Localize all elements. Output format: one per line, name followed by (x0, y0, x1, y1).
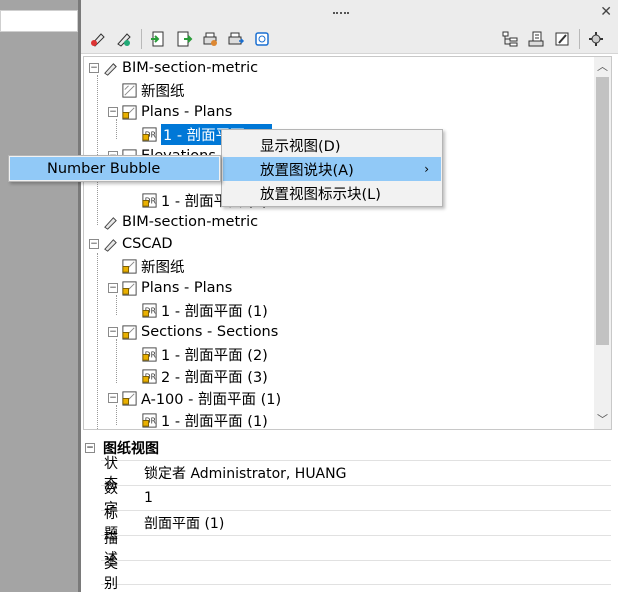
new-view-icon[interactable] (113, 28, 135, 50)
menu-item-number-bubble[interactable]: Number Bubble (10, 157, 219, 180)
publish-icon[interactable] (225, 28, 247, 50)
properties-panel: − 图纸视图 状态 锁定者 Administrator, HUANG 数字 1 … (81, 436, 618, 592)
menu-item-label: 放置视图标示块(L) (260, 186, 381, 203)
locked-sheet-icon (120, 323, 138, 341)
locked-view-icon: DR (140, 125, 158, 143)
toolbar-separator (141, 29, 142, 49)
tree-item-view[interactable]: DR 1 - 剖面平面 (2) (140, 343, 268, 365)
locked-sheet-icon (120, 279, 138, 297)
tree-guide (97, 253, 98, 429)
tree-guide (97, 75, 98, 225)
locked-view-icon: DR (140, 191, 158, 209)
tree-item-view[interactable]: DR 1 - 剖面平面 (1) (140, 299, 268, 321)
locked-sheet-icon (120, 389, 138, 407)
locked-sheet-icon (120, 257, 138, 275)
properties-header[interactable]: − 图纸视图 (81, 436, 618, 460)
tree-item-subset[interactable]: − Plans - Plans (108, 101, 232, 123)
properties-icon[interactable] (251, 28, 273, 50)
scroll-down-icon[interactable]: ﹀ (594, 411, 611, 428)
collapse-icon[interactable]: − (108, 327, 118, 337)
tree-item-sheet-set[interactable]: BIM-section-metric (101, 211, 258, 233)
callout-submenu: Number Bubble (8, 155, 221, 182)
locked-sheet-icon (120, 103, 138, 121)
tree-item-sheet-set[interactable]: − CSCAD (89, 233, 173, 255)
tree-item-label: 新图纸 (141, 83, 185, 100)
locked-view-icon: DR (140, 411, 158, 429)
tree-scrollbar[interactable]: ︿ ﹀ (594, 57, 611, 429)
sheet-tree: − BIM-section-metric 新图纸 − Plans - Plans… (83, 56, 612, 430)
collapse-icon[interactable]: − (85, 443, 95, 453)
left-pane (0, 0, 80, 592)
sheet-set-icon (101, 235, 119, 253)
settings-icon[interactable] (585, 28, 607, 50)
left-pane-input[interactable] (0, 10, 78, 32)
tree-item-label: A-100 - 剖面平面 (1) (141, 391, 282, 408)
grip-handle[interactable] (333, 12, 349, 14)
menu-item-place-view-label[interactable]: 放置视图标示块(L) (223, 181, 441, 205)
import-icon[interactable] (147, 28, 169, 50)
property-row[interactable]: 描述 (101, 531, 611, 567)
menu-item-label: 显示视图(D) (260, 138, 341, 155)
tree-item-label: BIM-section-metric (122, 60, 259, 76)
tree-item-sheet-set[interactable]: − BIM-section-metric (89, 57, 258, 79)
edit-icon[interactable] (551, 28, 573, 50)
tree-item-subset[interactable]: − A-100 - 剖面平面 (1) (108, 387, 281, 409)
property-row[interactable]: 标题 剖面平面 (1) (101, 506, 611, 542)
collapse-icon[interactable]: − (108, 283, 118, 293)
tree-item-label: BIM-section-metric (122, 214, 259, 230)
property-row[interactable]: 类别 (101, 556, 611, 592)
toolbar (81, 24, 618, 54)
tree-item-view[interactable]: DR 2 - 剖面平面 (3) (140, 365, 268, 387)
locked-view-icon: DR (140, 345, 158, 363)
scroll-up-icon[interactable]: ︿ (594, 58, 611, 75)
context-menu: 显示视图(D) 放置图说块(A) › 放置视图标示块(L) (221, 129, 443, 207)
menu-item-place-callout[interactable]: 放置图说块(A) › (223, 157, 441, 181)
menu-item-label: 放置图说块(A) (260, 162, 354, 179)
property-row[interactable]: 数字 1 (101, 481, 611, 517)
tree-item-label: 2 - 剖面平面 (3) (161, 369, 268, 386)
tree-item-label: 新图纸 (141, 259, 185, 276)
sheet-set-icon (101, 213, 119, 231)
collapse-icon[interactable]: − (89, 63, 99, 73)
tree-item-subset[interactable]: − Sections - Sections (108, 321, 278, 343)
menu-item-show-view[interactable]: 显示视图(D) (223, 133, 441, 157)
tree-item-label: 1 - 剖面平面 (1) (161, 303, 268, 320)
property-value: 1 (144, 490, 153, 506)
tree-item-label: Sections - Sections (141, 324, 279, 340)
tree-item-sheet[interactable]: 新图纸 (120, 79, 185, 101)
sheet-set-manager-panel: ✕ − BIM-section-metric 新图纸 − Plans - Pla… (81, 0, 618, 592)
menu-item-label: Number Bubble (47, 160, 161, 177)
sheet-icon (120, 81, 138, 99)
tree-item-label: CSCAD (122, 236, 173, 252)
export-icon[interactable] (173, 28, 195, 50)
tree-item-subset[interactable]: − Plans - Plans (108, 277, 232, 299)
locked-view-icon: DR (140, 367, 158, 385)
collapse-icon[interactable]: − (89, 239, 99, 249)
tree-item-label: Plans - Plans (141, 280, 233, 296)
property-key: 类别 (104, 555, 118, 592)
organize-icon[interactable] (499, 28, 521, 50)
tree-item-label: 1 - 剖面平面 (2) (161, 347, 268, 364)
property-row[interactable]: 状态 锁定者 Administrator, HUANG (101, 456, 611, 492)
property-value: 锁定者 Administrator, HUANG (144, 466, 347, 482)
tree-item-label: Plans - Plans (141, 104, 233, 120)
locked-view-icon: DR (140, 301, 158, 319)
tree-item-label: 1 - 剖面平面 (1) (161, 413, 268, 430)
sheet-set-icon (101, 59, 119, 77)
tree-guide (116, 339, 117, 383)
tree-item-sheet[interactable]: 新图纸 (120, 255, 185, 277)
close-icon[interactable]: ✕ (600, 4, 612, 20)
panel-titlebar[interactable]: ✕ (81, 0, 618, 24)
toolbar-separator (579, 29, 580, 49)
print-icon[interactable] (199, 28, 221, 50)
property-value: 剖面平面 (1) (144, 516, 225, 532)
new-sheet-icon[interactable] (87, 28, 109, 50)
tree-item-view[interactable]: DR 1 - 剖面平面 (1) (140, 409, 268, 430)
collapse-icon[interactable]: − (108, 393, 118, 403)
sheet-list-icon[interactable] (525, 28, 547, 50)
submenu-arrow-icon: › (424, 162, 429, 176)
scrollbar-thumb[interactable] (596, 77, 609, 345)
collapse-icon[interactable]: − (108, 107, 118, 117)
